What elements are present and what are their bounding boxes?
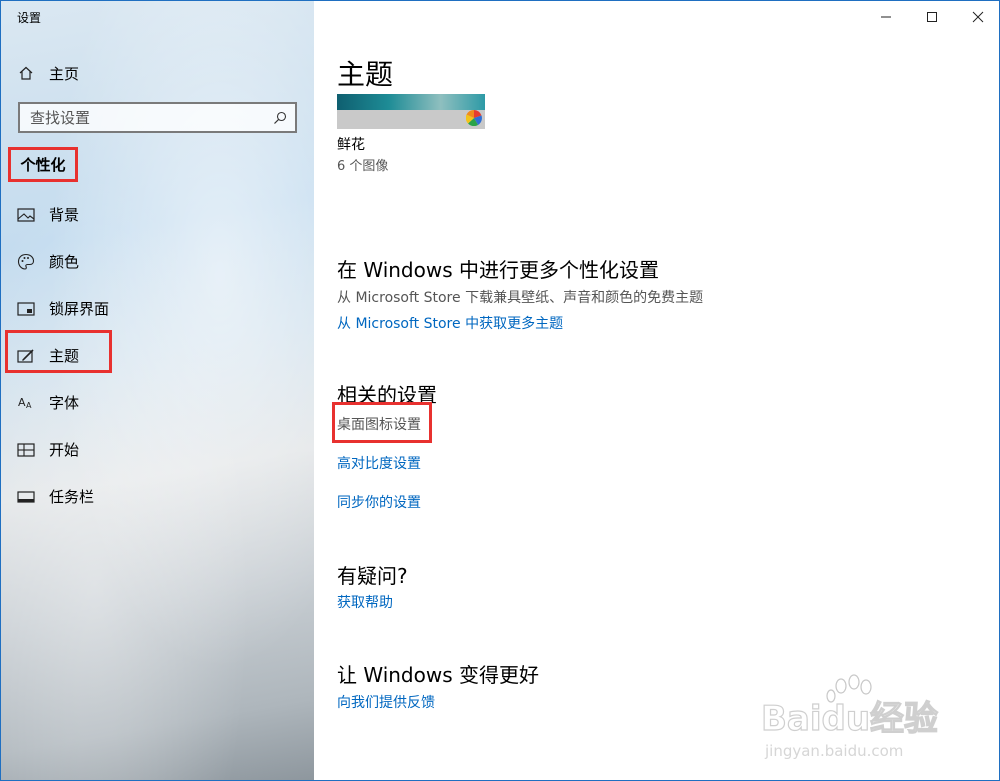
minimize-icon	[881, 16, 891, 18]
svg-text:A: A	[18, 396, 26, 409]
sidebar-item-colors[interactable]: 颜色	[1, 238, 314, 285]
search-icon[interactable]	[269, 107, 291, 129]
desktop-icon-settings-link[interactable]: 桌面图标设置	[337, 414, 421, 434]
maximize-button[interactable]	[909, 1, 955, 33]
close-button[interactable]	[955, 1, 999, 33]
maximize-icon	[927, 12, 937, 22]
sidebar-item-start[interactable]: 开始	[1, 426, 314, 473]
sidebar-item-label: 颜色	[49, 253, 80, 271]
theme-name: 鲜花	[337, 137, 365, 153]
sidebar-item-label: 字体	[49, 394, 80, 412]
main-content: 主题 鲜花 6 个图像 在 Windows 中进行更多个性化设置 从 Micro…	[314, 1, 999, 780]
sidebar-item-label: 主页	[49, 64, 80, 83]
sidebar-nav-list: 背景 颜色 锁屏界面 主题 A A 字体 开始 任务栏	[1, 191, 314, 520]
minimize-button[interactable]	[863, 1, 909, 33]
sidebar-item-label: 主题	[49, 347, 80, 365]
font-icon: AA	[17, 394, 35, 412]
sidebar-item-label: 锁屏界面	[49, 300, 110, 318]
sidebar-item-label: 开始	[49, 441, 80, 459]
baidu-watermark-logo: Baidu经验 jingyan.baidu.com	[761, 674, 939, 760]
high-contrast-settings-link[interactable]: 高对比度设置	[337, 453, 421, 473]
sidebar-item-fonts[interactable]: AA 字体	[1, 379, 314, 426]
app-title: 设置	[17, 11, 42, 25]
sidebar-item-home[interactable]: 主页	[1, 57, 314, 89]
get-help-link[interactable]: 获取帮助	[337, 592, 393, 612]
home-icon	[17, 64, 35, 82]
sidebar-item-label: 任务栏	[49, 488, 95, 506]
page-title: 主题	[337, 58, 394, 91]
section-header-label: 个性化	[20, 156, 66, 174]
sidebar-item-background[interactable]: 背景	[1, 191, 314, 238]
sidebar-item-themes[interactable]: 主题	[1, 332, 314, 379]
more-personalization-description: 从 Microsoft Store 下载兼具壁纸、声音和颜色的免费主题	[337, 290, 704, 306]
theme-thumbnail[interactable]	[337, 94, 485, 129]
sidebar: 设置 主页 个性化 背景	[1, 1, 314, 780]
search-box[interactable]	[18, 102, 297, 133]
start-icon	[17, 441, 35, 459]
search-input[interactable]	[20, 104, 269, 131]
watermark-url: jingyan.baidu.com	[764, 742, 903, 760]
help-heading: 有疑问?	[337, 564, 408, 588]
lock-screen-icon	[17, 300, 35, 318]
sidebar-item-lock-screen[interactable]: 锁屏界面	[1, 285, 314, 332]
watermark-brand: Baidu经验	[761, 699, 938, 739]
theme-image-count: 6 个图像	[337, 159, 389, 174]
image-icon	[17, 206, 35, 224]
theme-thumbnail-band	[337, 94, 485, 110]
palette-icon	[17, 253, 35, 271]
color-wheel-icon	[466, 110, 482, 126]
related-settings-heading: 相关的设置	[337, 383, 437, 407]
svg-text:A: A	[26, 401, 32, 410]
section-header-personalization: 个性化	[8, 147, 78, 182]
settings-window: 设置 主页 个性化 背景	[0, 0, 1000, 781]
sync-settings-link[interactable]: 同步你的设置	[337, 492, 421, 512]
feedback-heading: 让 Windows 变得更好	[337, 663, 539, 687]
title-bar-buttons	[863, 1, 999, 33]
get-more-themes-link[interactable]: 从 Microsoft Store 中获取更多主题	[337, 313, 563, 333]
sidebar-item-label: 背景	[49, 206, 80, 224]
give-feedback-link[interactable]: 向我们提供反馈	[337, 692, 435, 712]
sidebar-item-taskbar[interactable]: 任务栏	[1, 473, 314, 520]
theme-brush-icon	[17, 347, 35, 365]
more-personalization-heading: 在 Windows 中进行更多个性化设置	[337, 258, 659, 282]
taskbar-icon	[17, 488, 35, 506]
close-icon	[972, 11, 984, 23]
